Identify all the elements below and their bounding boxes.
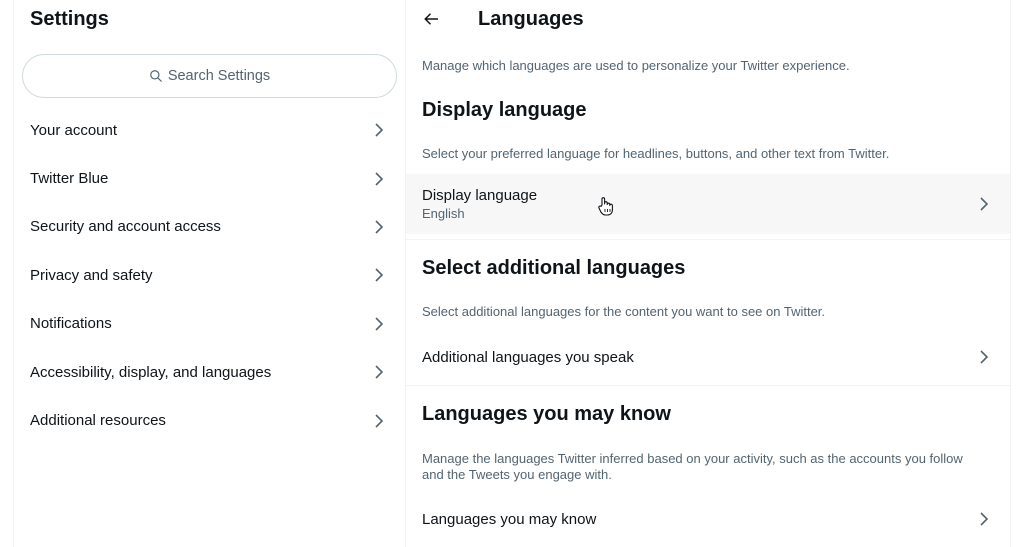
chevron-right-icon bbox=[978, 511, 990, 527]
settings-menu: Your account Twitter Blue Security and a… bbox=[14, 106, 405, 445]
chevron-right-icon bbox=[373, 122, 385, 138]
display-language-description: Select your preferred language for headl… bbox=[422, 146, 890, 161]
menu-item-label: Accessibility, display, and languages bbox=[30, 363, 272, 381]
page-title: Languages bbox=[478, 8, 584, 30]
menu-item-accessibility[interactable]: Accessibility, display, and languages bbox=[14, 348, 405, 396]
chevron-right-icon bbox=[373, 171, 385, 187]
menu-item-label: Additional resources bbox=[30, 412, 166, 430]
languages-header: Languages bbox=[406, 0, 1010, 40]
chevron-right-icon bbox=[373, 219, 385, 235]
additional-languages-description: Select additional languages for the cont… bbox=[422, 304, 826, 319]
right-border bbox=[1010, 0, 1011, 547]
languages-may-know-description: Manage the languages Twitter inferred ba… bbox=[422, 451, 963, 482]
display-language-heading: Display language bbox=[422, 99, 587, 121]
settings-page: Settings Search Settings Your account Tw… bbox=[0, 0, 1024, 547]
menu-item-additional-resources[interactable]: Additional resources bbox=[14, 396, 405, 444]
hand-pointer-icon bbox=[598, 197, 613, 216]
menu-item-twitter-blue[interactable]: Twitter Blue bbox=[14, 154, 405, 202]
additional-languages-heading: Select additional languages bbox=[422, 257, 686, 279]
additional-languages-row[interactable]: Additional languages you speak bbox=[406, 330, 1010, 384]
languages-panel: Languages Manage which languages are use… bbox=[406, 0, 1010, 547]
languages-intro: Manage which languages are used to perso… bbox=[422, 58, 850, 73]
menu-item-notifications[interactable]: Notifications bbox=[14, 300, 405, 348]
chevron-right-icon bbox=[978, 349, 990, 365]
back-button[interactable] bbox=[420, 7, 444, 31]
menu-item-label: Privacy and safety bbox=[30, 266, 153, 284]
settings-sidebar: Settings Search Settings Your account Tw… bbox=[14, 0, 405, 547]
display-language-text: Display language English bbox=[422, 187, 537, 221]
arrow-left-icon bbox=[424, 13, 438, 25]
chevron-right-icon bbox=[373, 364, 385, 380]
menu-item-label: Your account bbox=[30, 121, 118, 139]
chevron-right-icon bbox=[373, 316, 385, 332]
languages-may-know-label: Languages you may know bbox=[422, 510, 597, 528]
display-language-label: Display language bbox=[422, 187, 538, 204]
search-icon bbox=[149, 70, 162, 82]
settings-title: Settings bbox=[30, 8, 109, 30]
search-placeholder: Search Settings bbox=[167, 68, 271, 84]
menu-item-privacy[interactable]: Privacy and safety bbox=[14, 251, 405, 299]
menu-item-label: Twitter Blue bbox=[30, 170, 109, 188]
menu-item-label: Notifications bbox=[30, 315, 112, 333]
menu-item-your-account[interactable]: Your account bbox=[14, 106, 405, 154]
menu-item-label: Security and account access bbox=[30, 218, 221, 236]
display-language-value: English bbox=[422, 206, 465, 221]
languages-may-know-heading: Languages you may know bbox=[422, 403, 671, 425]
languages-may-know-row[interactable]: Languages you may know bbox=[406, 493, 1010, 545]
menu-item-security[interactable]: Security and account access bbox=[14, 203, 405, 251]
section-divider bbox=[406, 239, 1010, 240]
search-settings-input[interactable]: Search Settings bbox=[22, 54, 397, 98]
chevron-right-icon bbox=[373, 413, 385, 429]
chevron-right-icon bbox=[978, 196, 990, 212]
display-language-row[interactable]: Display language English bbox=[406, 174, 1010, 234]
additional-languages-label: Additional languages you speak bbox=[422, 348, 634, 366]
chevron-right-icon bbox=[373, 267, 385, 283]
section-divider bbox=[406, 385, 1010, 386]
